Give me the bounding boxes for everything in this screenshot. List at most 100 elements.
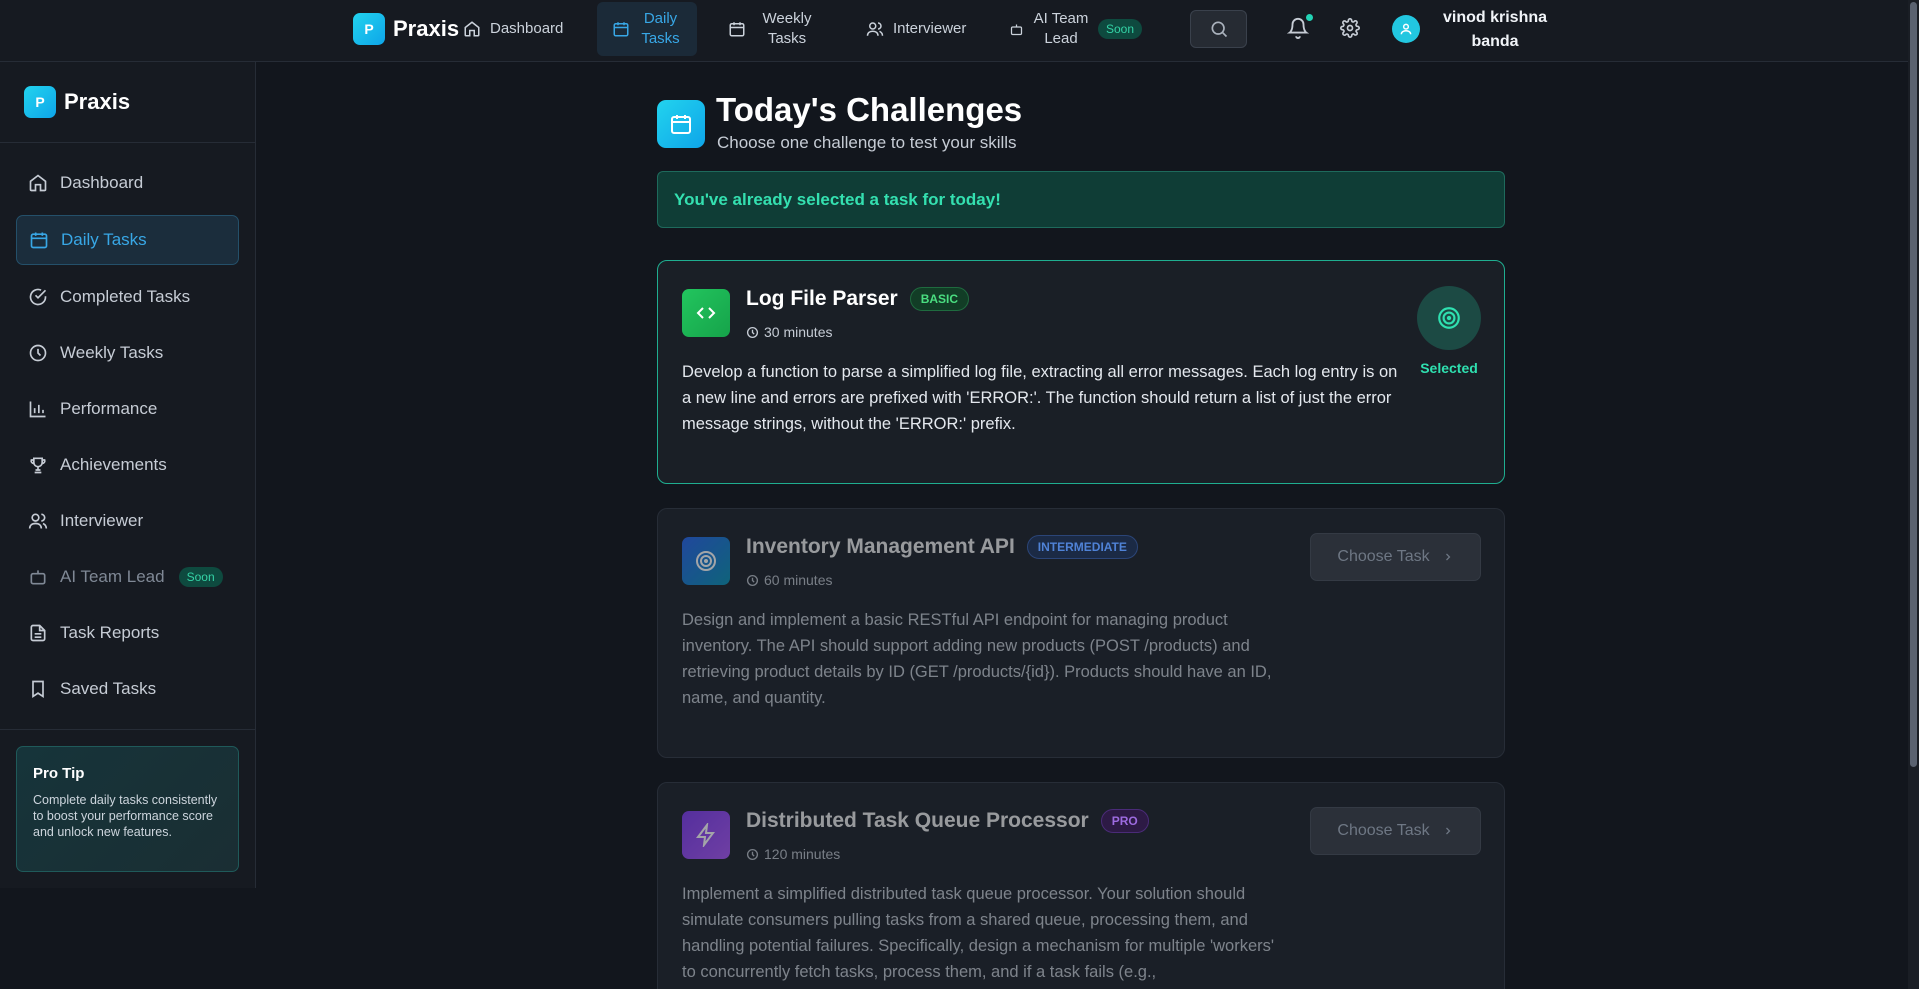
sidebar-divider xyxy=(0,142,256,143)
calendar-icon xyxy=(671,115,691,134)
calendar-icon xyxy=(729,22,745,37)
target-icon xyxy=(696,551,716,571)
calendar-icon xyxy=(30,232,48,249)
choose-task-button[interactable]: Choose Task xyxy=(1310,807,1481,855)
user-name[interactable]: vinod krishna banda xyxy=(1432,6,1558,54)
users-icon xyxy=(28,513,48,529)
sidebar-item-weekly-tasks[interactable]: Weekly Tasks xyxy=(16,328,239,378)
code-icon xyxy=(696,307,716,319)
sidebar-item-dashboard[interactable]: Dashboard xyxy=(16,158,239,208)
users-icon xyxy=(866,22,884,36)
choose-task-button[interactable]: Choose Task xyxy=(1310,533,1481,581)
soon-badge: Soon xyxy=(178,567,223,587)
chevron-right-icon xyxy=(1445,827,1450,835)
bot-icon xyxy=(30,570,46,585)
task-duration-text: 120 minutes xyxy=(764,846,841,862)
sidebar-item-saved-tasks[interactable]: Saved Tasks xyxy=(16,664,239,714)
sidebar-item-performance[interactable]: Performance xyxy=(16,384,239,434)
topnav-dashboard[interactable]: Dashboard xyxy=(463,2,563,56)
sidebar-item-label: Saved Tasks xyxy=(60,679,157,698)
topnav-ai-team-lead-label: AI Team Lead xyxy=(1033,10,1089,47)
soon-badge: Soon xyxy=(1098,19,1143,39)
task-description: Develop a function to parse a simplified… xyxy=(682,363,1398,433)
task-header: Distributed Task Queue Processor PRO xyxy=(746,809,1149,833)
bot-icon xyxy=(1010,24,1023,35)
topnav-dashboard-label: Dashboard xyxy=(490,20,564,37)
level-badge: BASIC xyxy=(909,287,970,311)
task-icon-bg xyxy=(682,811,730,859)
trophy-icon xyxy=(30,457,46,474)
already-selected-notice: You've already selected a task for today… xyxy=(657,171,1505,228)
topnav-daily-tasks[interactable]: Daily Tasks xyxy=(597,2,697,56)
topnav-daily-tasks-label: Daily Tasks xyxy=(641,10,680,47)
task-icon-bg xyxy=(682,537,730,585)
selected-circle xyxy=(1417,286,1481,350)
sidebar-item-completed-tasks[interactable]: Completed Tasks xyxy=(16,272,239,322)
gear-icon[interactable] xyxy=(1340,18,1360,38)
logo-text: Praxis xyxy=(64,89,131,114)
page-title: Today's Challenges xyxy=(716,91,1023,128)
logo-text: Praxis xyxy=(393,16,460,41)
task-card-distributed-queue[interactable]: Distributed Task Queue Processor PRO 120… xyxy=(657,782,1505,989)
topnav-weekly-tasks[interactable]: Weekly Tasks xyxy=(728,2,819,56)
sidebar-item-label: Weekly Tasks xyxy=(60,343,164,362)
level-badge: INTERMEDIATE xyxy=(1026,535,1138,559)
file-text-icon xyxy=(30,624,46,642)
bell-icon[interactable] xyxy=(1287,17,1309,39)
choose-task-label: Choose Task xyxy=(1337,822,1430,839)
task-title: Log File Parser xyxy=(746,287,898,310)
task-duration: 60 minutes xyxy=(746,572,832,588)
selected-indicator: Selected xyxy=(1417,286,1481,376)
task-card-log-file-parser[interactable]: Log File Parser BASIC 30 minutes Develop… xyxy=(657,260,1505,484)
task-duration-text: 30 minutes xyxy=(764,324,833,340)
sidebar-item-label: Performance xyxy=(60,399,158,418)
notification-dot xyxy=(1306,14,1313,21)
zap-icon xyxy=(696,823,715,847)
sidebar-item-achievements[interactable]: Achievements xyxy=(16,440,239,490)
pro-tip-text: Complete daily tasks consistently to boo… xyxy=(33,793,218,839)
sidebar-item-interviewer[interactable]: Interviewer xyxy=(16,496,239,546)
check-circle-icon xyxy=(29,288,47,306)
sidebar-item-label: Task Reports xyxy=(60,623,160,642)
home-icon xyxy=(464,21,480,37)
calendar-icon xyxy=(613,22,628,37)
sidebar-item-label: Dashboard xyxy=(60,173,144,192)
sidebar-item-ai-team-lead[interactable]: AI Team Lead Soon xyxy=(16,552,239,602)
avatar[interactable] xyxy=(1392,15,1420,43)
task-description: Design and implement a basic RESTful API… xyxy=(682,611,1272,707)
topnav-ai-team-lead[interactable]: AI Team Lead Soon xyxy=(1009,2,1143,56)
top-logo[interactable]: P Praxis xyxy=(353,13,459,45)
topnav-interviewer[interactable]: Interviewer xyxy=(866,2,966,56)
sidebar-item-daily-tasks[interactable]: Daily Tasks xyxy=(16,215,239,265)
user-icon xyxy=(1400,23,1412,35)
task-description: Implement a simplified distributed task … xyxy=(682,885,1275,981)
selected-label: Selected xyxy=(1420,360,1478,376)
clock-icon xyxy=(29,344,47,362)
bookmark-icon xyxy=(32,680,44,699)
sidebar-item-task-reports[interactable]: Task Reports xyxy=(16,608,239,658)
pro-tip-card: Pro Tip Complete daily tasks consistentl… xyxy=(16,746,239,872)
task-duration: 30 minutes xyxy=(746,324,832,340)
sidebar-item-label: Achievements xyxy=(60,455,167,474)
clock-icon xyxy=(746,574,759,586)
sidebar-logo[interactable]: P Praxis xyxy=(24,86,130,118)
choose-task-label: Choose Task xyxy=(1337,548,1430,565)
bar-chart-icon xyxy=(29,401,46,418)
top-navbar: P Praxis Dashboard Daily Tasks Weekly Ta… xyxy=(0,0,1908,62)
sidebar-divider xyxy=(0,729,256,730)
search-icon xyxy=(1211,21,1227,38)
task-card-inventory-api[interactable]: Inventory Management API INTERMEDIATE 60… xyxy=(657,508,1505,758)
task-duration: 120 minutes xyxy=(746,846,840,862)
page-scrollbar[interactable] xyxy=(1908,0,1919,989)
scrollbar-thumb[interactable] xyxy=(1910,2,1917,767)
sidebar-item-label: Interviewer xyxy=(60,511,144,530)
task-header: Log File Parser BASIC xyxy=(746,287,970,311)
task-title: Distributed Task Queue Processor xyxy=(746,809,1089,832)
page-subtitle: Choose one challenge to test your skills xyxy=(717,133,1017,152)
task-duration-text: 60 minutes xyxy=(764,572,833,588)
sidebar-item-label: Daily Tasks xyxy=(61,230,147,249)
home-icon xyxy=(29,174,47,192)
topnav-interviewer-label: Interviewer xyxy=(893,20,967,37)
search-button[interactable] xyxy=(1190,10,1247,48)
topnav-weekly-tasks-label: Weekly Tasks xyxy=(762,10,812,47)
